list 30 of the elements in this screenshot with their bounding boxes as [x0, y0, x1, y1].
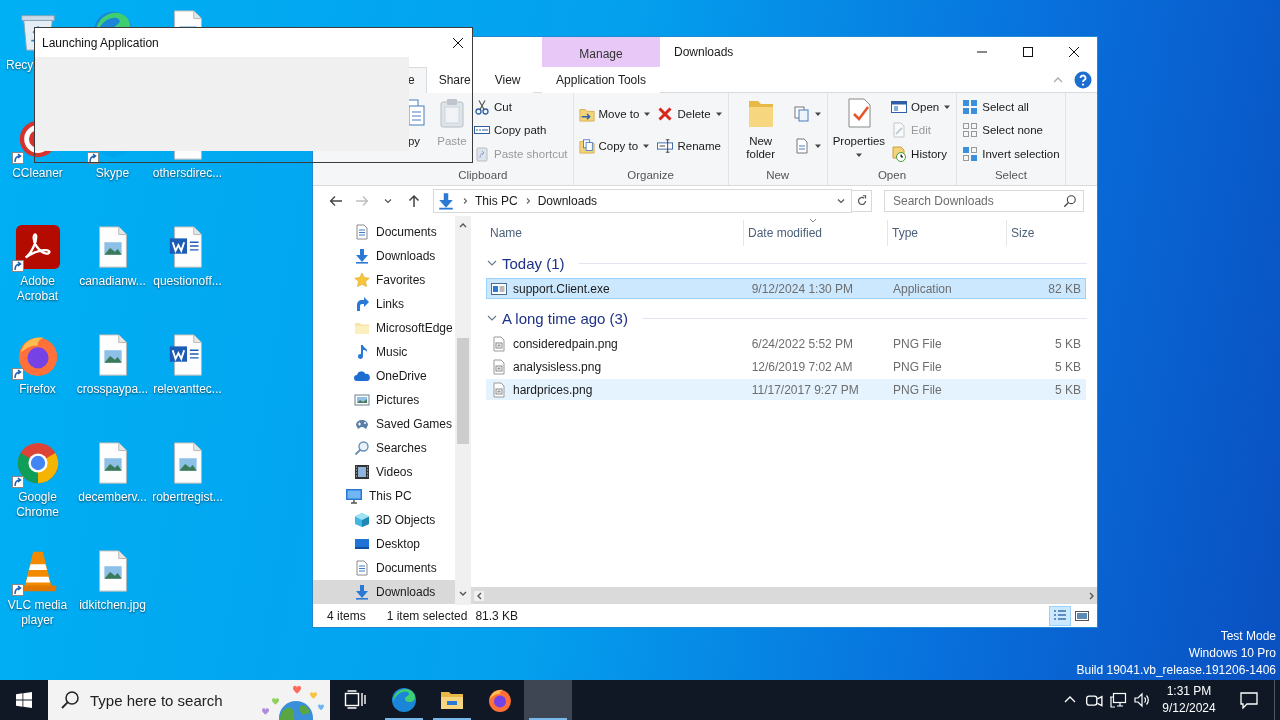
system-info-text: Build 19041.vb_release.191206-1406	[1076, 662, 1276, 679]
selection-info: 1 item selected	[386, 609, 468, 623]
file-size: 5 KB	[1055, 359, 1081, 374]
dialog-title: Launching Application	[41, 35, 159, 50]
file-date: 11/17/2017 9:27 PM	[751, 382, 859, 397]
file-name: support.Client.exe	[513, 281, 610, 296]
system-info-text: Test Mode	[1220, 628, 1276, 645]
file-name: hardprices.png	[513, 382, 593, 397]
window-title: Downloads	[673, 44, 734, 61]
file-size: 5 KB	[1055, 336, 1081, 351]
file-date: 12/6/2019 7:02 AM	[751, 359, 853, 374]
file-date: 6/24/2022 5:52 PM	[751, 336, 854, 351]
ribbon-group-label: Organize	[626, 168, 675, 183]
file-type: Application	[892, 281, 952, 296]
ribbon-group-label: Select	[993, 168, 1028, 183]
file-name: analysisless.png	[513, 359, 602, 374]
ribbon-group-label: New	[765, 168, 791, 183]
selection-size: 81.3 KB	[475, 609, 519, 623]
ribbon-group-label: Clipboard	[457, 168, 509, 183]
file-name: consideredpain.png	[513, 336, 618, 351]
file-date: 9/12/2024 1:30 PM	[751, 281, 854, 296]
file-type: PNG File	[892, 382, 942, 397]
file-size: 82 KB	[1048, 281, 1081, 296]
file-type: PNG File	[892, 336, 942, 351]
file-type: PNG File	[892, 359, 942, 374]
item-count: 4 items	[327, 609, 366, 623]
ribbon-group-label: Open	[876, 168, 908, 183]
file-size: 5 KB	[1055, 382, 1081, 397]
context-tab-header: Manage	[542, 37, 660, 67]
system-info-text: Windows 10 Pro	[1188, 645, 1276, 662]
